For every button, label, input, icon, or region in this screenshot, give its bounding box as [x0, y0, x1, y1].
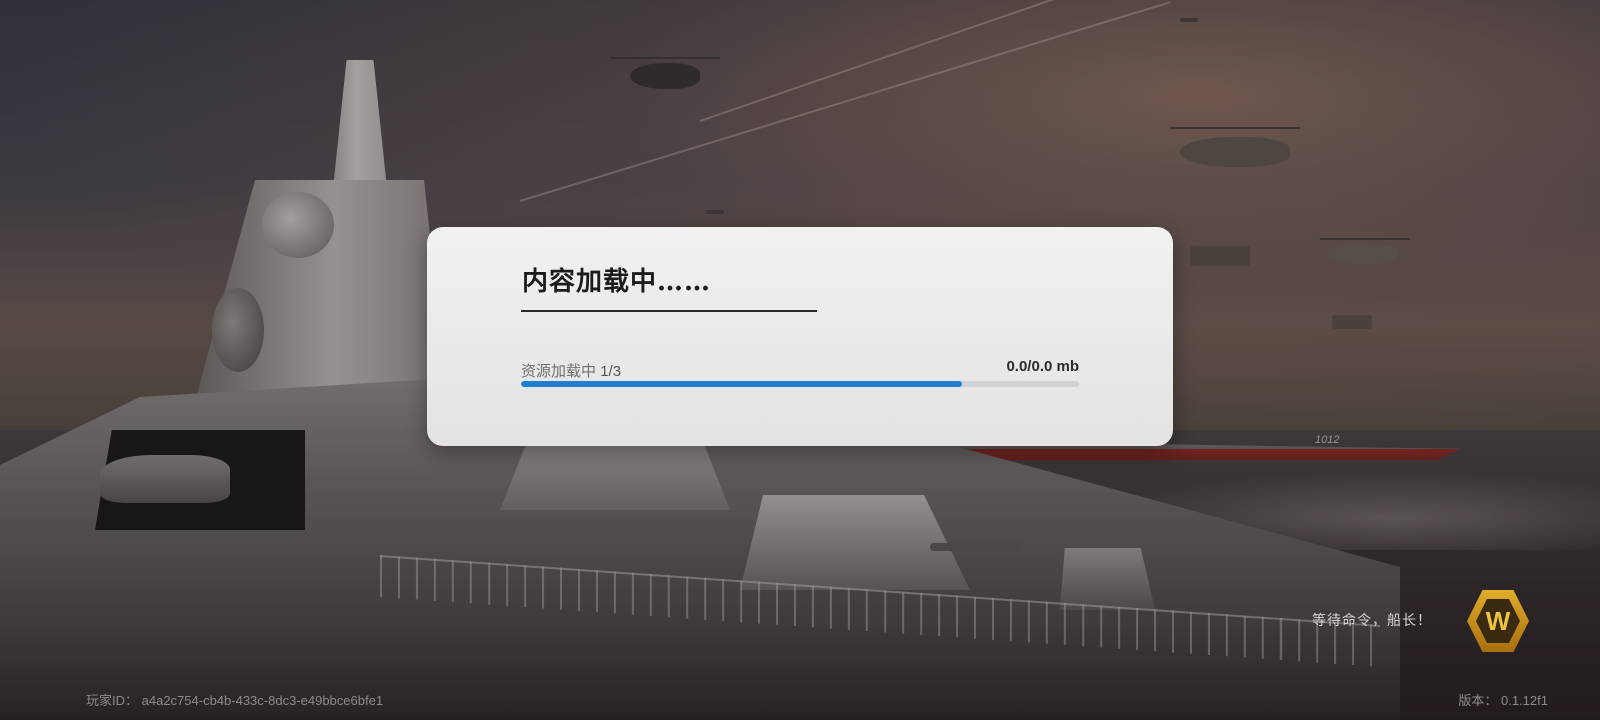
- game-logo-letter: W: [1476, 599, 1520, 643]
- resource-loading-count: 1/3: [600, 363, 622, 380]
- player-id-value: a4a2c754-cb4b-433c-8dc3-e49bbce6bfe1: [141, 693, 384, 708]
- loading-screen: 1012 内容加载中…… 资源加载中 1/3 0.0/0.0 mb 等待命令，船…: [0, 0, 1600, 720]
- title-underline: [521, 310, 817, 312]
- resource-loading-label: 资源加载中 1/3: [521, 360, 621, 381]
- status-message: 等待命令，船长！: [1312, 612, 1432, 628]
- resource-loading-text: 资源加载中: [521, 363, 597, 380]
- loading-dialog: 内容加载中…… 资源加载中 1/3 0.0/0.0 mb: [427, 227, 1173, 446]
- version-value: 0.1.12f1: [1501, 693, 1548, 708]
- version-label: 版本：: [1458, 693, 1498, 708]
- player-id-label: 玩家ID：: [86, 693, 139, 708]
- dialog-title: 内容加载中……: [522, 267, 712, 297]
- version-info: 版本： 0.1.12f1: [1458, 690, 1548, 709]
- progress-bar-fill: [521, 381, 962, 387]
- player-id: 玩家ID： a4a2c754-cb4b-433c-8dc3-e49bbce6bf…: [86, 690, 383, 709]
- progress-bar: [521, 381, 1079, 387]
- download-size-label: 0.0/0.0 mb: [1006, 358, 1079, 375]
